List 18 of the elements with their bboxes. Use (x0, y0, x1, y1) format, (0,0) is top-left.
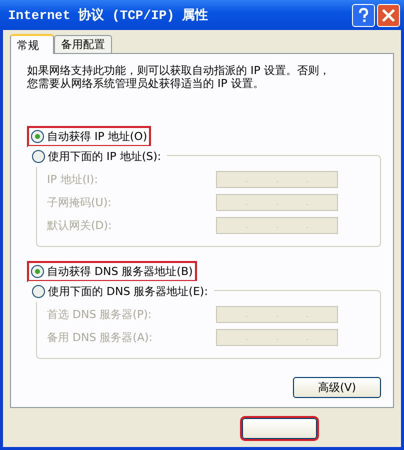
field-label: IP 地址(I): (47, 172, 98, 187)
description-line: 如果网络支持此功能，则可以获取自动指派的 IP 设置。否则， (27, 64, 331, 77)
radio-button[interactable]: 使用下面的 DNS 服务器地址(E): (28, 281, 214, 302)
field-label: 首选 DNS 服务器(P): (47, 307, 152, 322)
close-button[interactable] (377, 4, 400, 26)
tab[interactable]: 常规 (10, 34, 54, 54)
field-label: 子网掩码(U): (47, 195, 112, 210)
ok-button[interactable] (242, 418, 317, 439)
description-line: 您需要从网络系统管理员处获得适当的 IP 设置。 (27, 77, 265, 90)
field-label: 默认网关(D): (47, 218, 112, 233)
radio-button[interactable]: 使用下面的 IP 地址(S): (28, 146, 168, 167)
field-label: 备用 DNS 服务器(A): (47, 330, 152, 345)
window-title: Internet 协议 (TCP/IP) 属性 (8, 6, 210, 24)
advanced-button[interactable]: 高级(V) (293, 377, 381, 398)
radio-button[interactable]: 自动获得 IP 地址(O) (27, 126, 152, 147)
tab[interactable]: 备用配置 (54, 35, 112, 53)
radio-button[interactable]: 自动获得 DNS 服务器地址(B) (27, 261, 197, 282)
help-button[interactable] (352, 4, 375, 26)
